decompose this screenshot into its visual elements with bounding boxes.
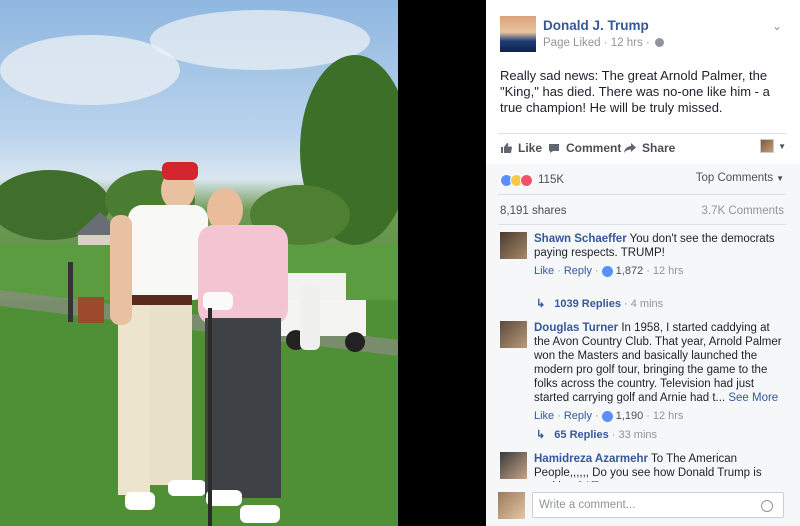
- divider: [498, 194, 786, 195]
- viewer-avatar[interactable]: [498, 492, 525, 519]
- commenter-avatar[interactable]: [500, 321, 527, 348]
- reply-arrow-icon: ↳: [536, 429, 546, 441]
- comment-icon: [549, 144, 559, 153]
- see-more-link[interactable]: See More: [728, 392, 778, 404]
- replies-count: 65 Replies: [554, 429, 609, 441]
- globe-icon: [655, 38, 665, 47]
- viewer-avatar[interactable]: [760, 139, 774, 153]
- view-replies-link[interactable]: ↳ 65 Replies · 33 mins: [536, 428, 657, 441]
- comment-reply-link[interactable]: Reply: [564, 264, 592, 278]
- comment-like-count[interactable]: 1,190: [616, 409, 644, 423]
- reactions-summary[interactable]: 115K: [500, 172, 564, 188]
- golf-course-photo: [0, 10, 398, 526]
- comments-count[interactable]: 3.7K Comments: [702, 205, 784, 217]
- comment-like-link[interactable]: Like: [534, 409, 554, 423]
- chevron-down-icon[interactable]: ▼: [778, 142, 786, 151]
- post-meta: Page Liked · 12 hrs ·: [543, 37, 665, 49]
- page-avatar[interactable]: [500, 16, 536, 52]
- commenter-avatar[interactable]: [500, 232, 527, 259]
- like-icon: [601, 265, 613, 277]
- post-panel: Donald J. Trump Page Liked · 12 hrs · ⌄ …: [486, 0, 800, 526]
- comment-button[interactable]: Comment: [548, 141, 621, 155]
- divider: [498, 224, 786, 225]
- replies-count: 1039 Replies: [554, 298, 621, 310]
- page-name-link[interactable]: Donald J. Trump: [543, 18, 649, 33]
- like-label: Like: [518, 141, 543, 155]
- share-icon: [624, 143, 636, 153]
- post-text: Really sad news: The great Arnold Palmer…: [500, 68, 770, 115]
- comment-like-count[interactable]: 1,872: [616, 264, 644, 278]
- meta-separator: ·: [603, 37, 608, 49]
- like-button[interactable]: Like: [500, 141, 542, 155]
- comment-body: Shawn Schaeffer You don't see the democr…: [534, 232, 788, 278]
- comment-like-link[interactable]: Like: [534, 264, 554, 278]
- shares-count[interactable]: 8,191 shares: [500, 205, 567, 217]
- comment-item: Hamidreza Azarmehr To The American Peopl…: [500, 452, 784, 482]
- page-liked-label[interactable]: Page Liked: [543, 37, 601, 49]
- post-timestamp[interactable]: 12 hrs: [611, 37, 643, 49]
- replies-time: 33 mins: [618, 429, 658, 441]
- comment-body: Douglas Turner In 1958, I started caddyi…: [534, 321, 788, 423]
- reactions-count: 115K: [538, 174, 565, 186]
- chevron-down-icon: ▼: [776, 174, 784, 183]
- comment-reply-link[interactable]: Reply: [564, 409, 592, 423]
- like-icon: [501, 143, 512, 153]
- top-comments-dropdown[interactable]: Top Comments ▼: [696, 172, 784, 184]
- commenter-avatar[interactable]: [500, 452, 527, 479]
- reply-arrow-icon: ↳: [536, 298, 546, 310]
- comment-label: Comment: [566, 141, 622, 155]
- replies-time: 4 mins: [630, 298, 664, 310]
- commenter-name[interactable]: Douglas Turner: [534, 322, 618, 334]
- meta-separator: ·: [645, 37, 650, 49]
- commenter-name[interactable]: Hamidreza Azarmehr: [534, 453, 648, 465]
- post-photo[interactable]: [0, 0, 398, 526]
- share-button[interactable]: Share: [624, 141, 675, 155]
- comment-time[interactable]: 12 hrs: [653, 264, 684, 278]
- like-icon: [601, 410, 613, 422]
- chevron-down-icon[interactable]: ⌄: [772, 19, 782, 33]
- comment-meta: Like · Reply · 1,190 · 12 hrs: [534, 409, 684, 423]
- smiley-icon[interactable]: [761, 500, 773, 512]
- commenter-name[interactable]: Shawn Schaeffer: [534, 233, 627, 245]
- comment-time[interactable]: 12 hrs: [653, 409, 684, 423]
- comment-meta: Like · Reply · 1,872 · 12 hrs: [534, 264, 684, 278]
- comment-composer: Write a comment...: [498, 490, 788, 520]
- post-header: Donald J. Trump Page Liked · 12 hrs · ⌄: [500, 16, 786, 56]
- love-reaction-icon: [520, 173, 533, 187]
- photo-viewer[interactable]: [0, 0, 486, 526]
- view-replies-link[interactable]: ↳ 1039 Replies · 4 mins: [536, 297, 663, 310]
- comment-placeholder: Write a comment...: [539, 499, 636, 511]
- divider: [498, 133, 786, 134]
- top-comments-label: Top Comments: [695, 172, 774, 184]
- post-actions: Like Comment Share ▼: [500, 138, 786, 160]
- share-label: Share: [642, 141, 676, 155]
- comment-input[interactable]: Write a comment...: [532, 492, 784, 518]
- comment-body: Hamidreza Azarmehr To The American Peopl…: [534, 452, 784, 482]
